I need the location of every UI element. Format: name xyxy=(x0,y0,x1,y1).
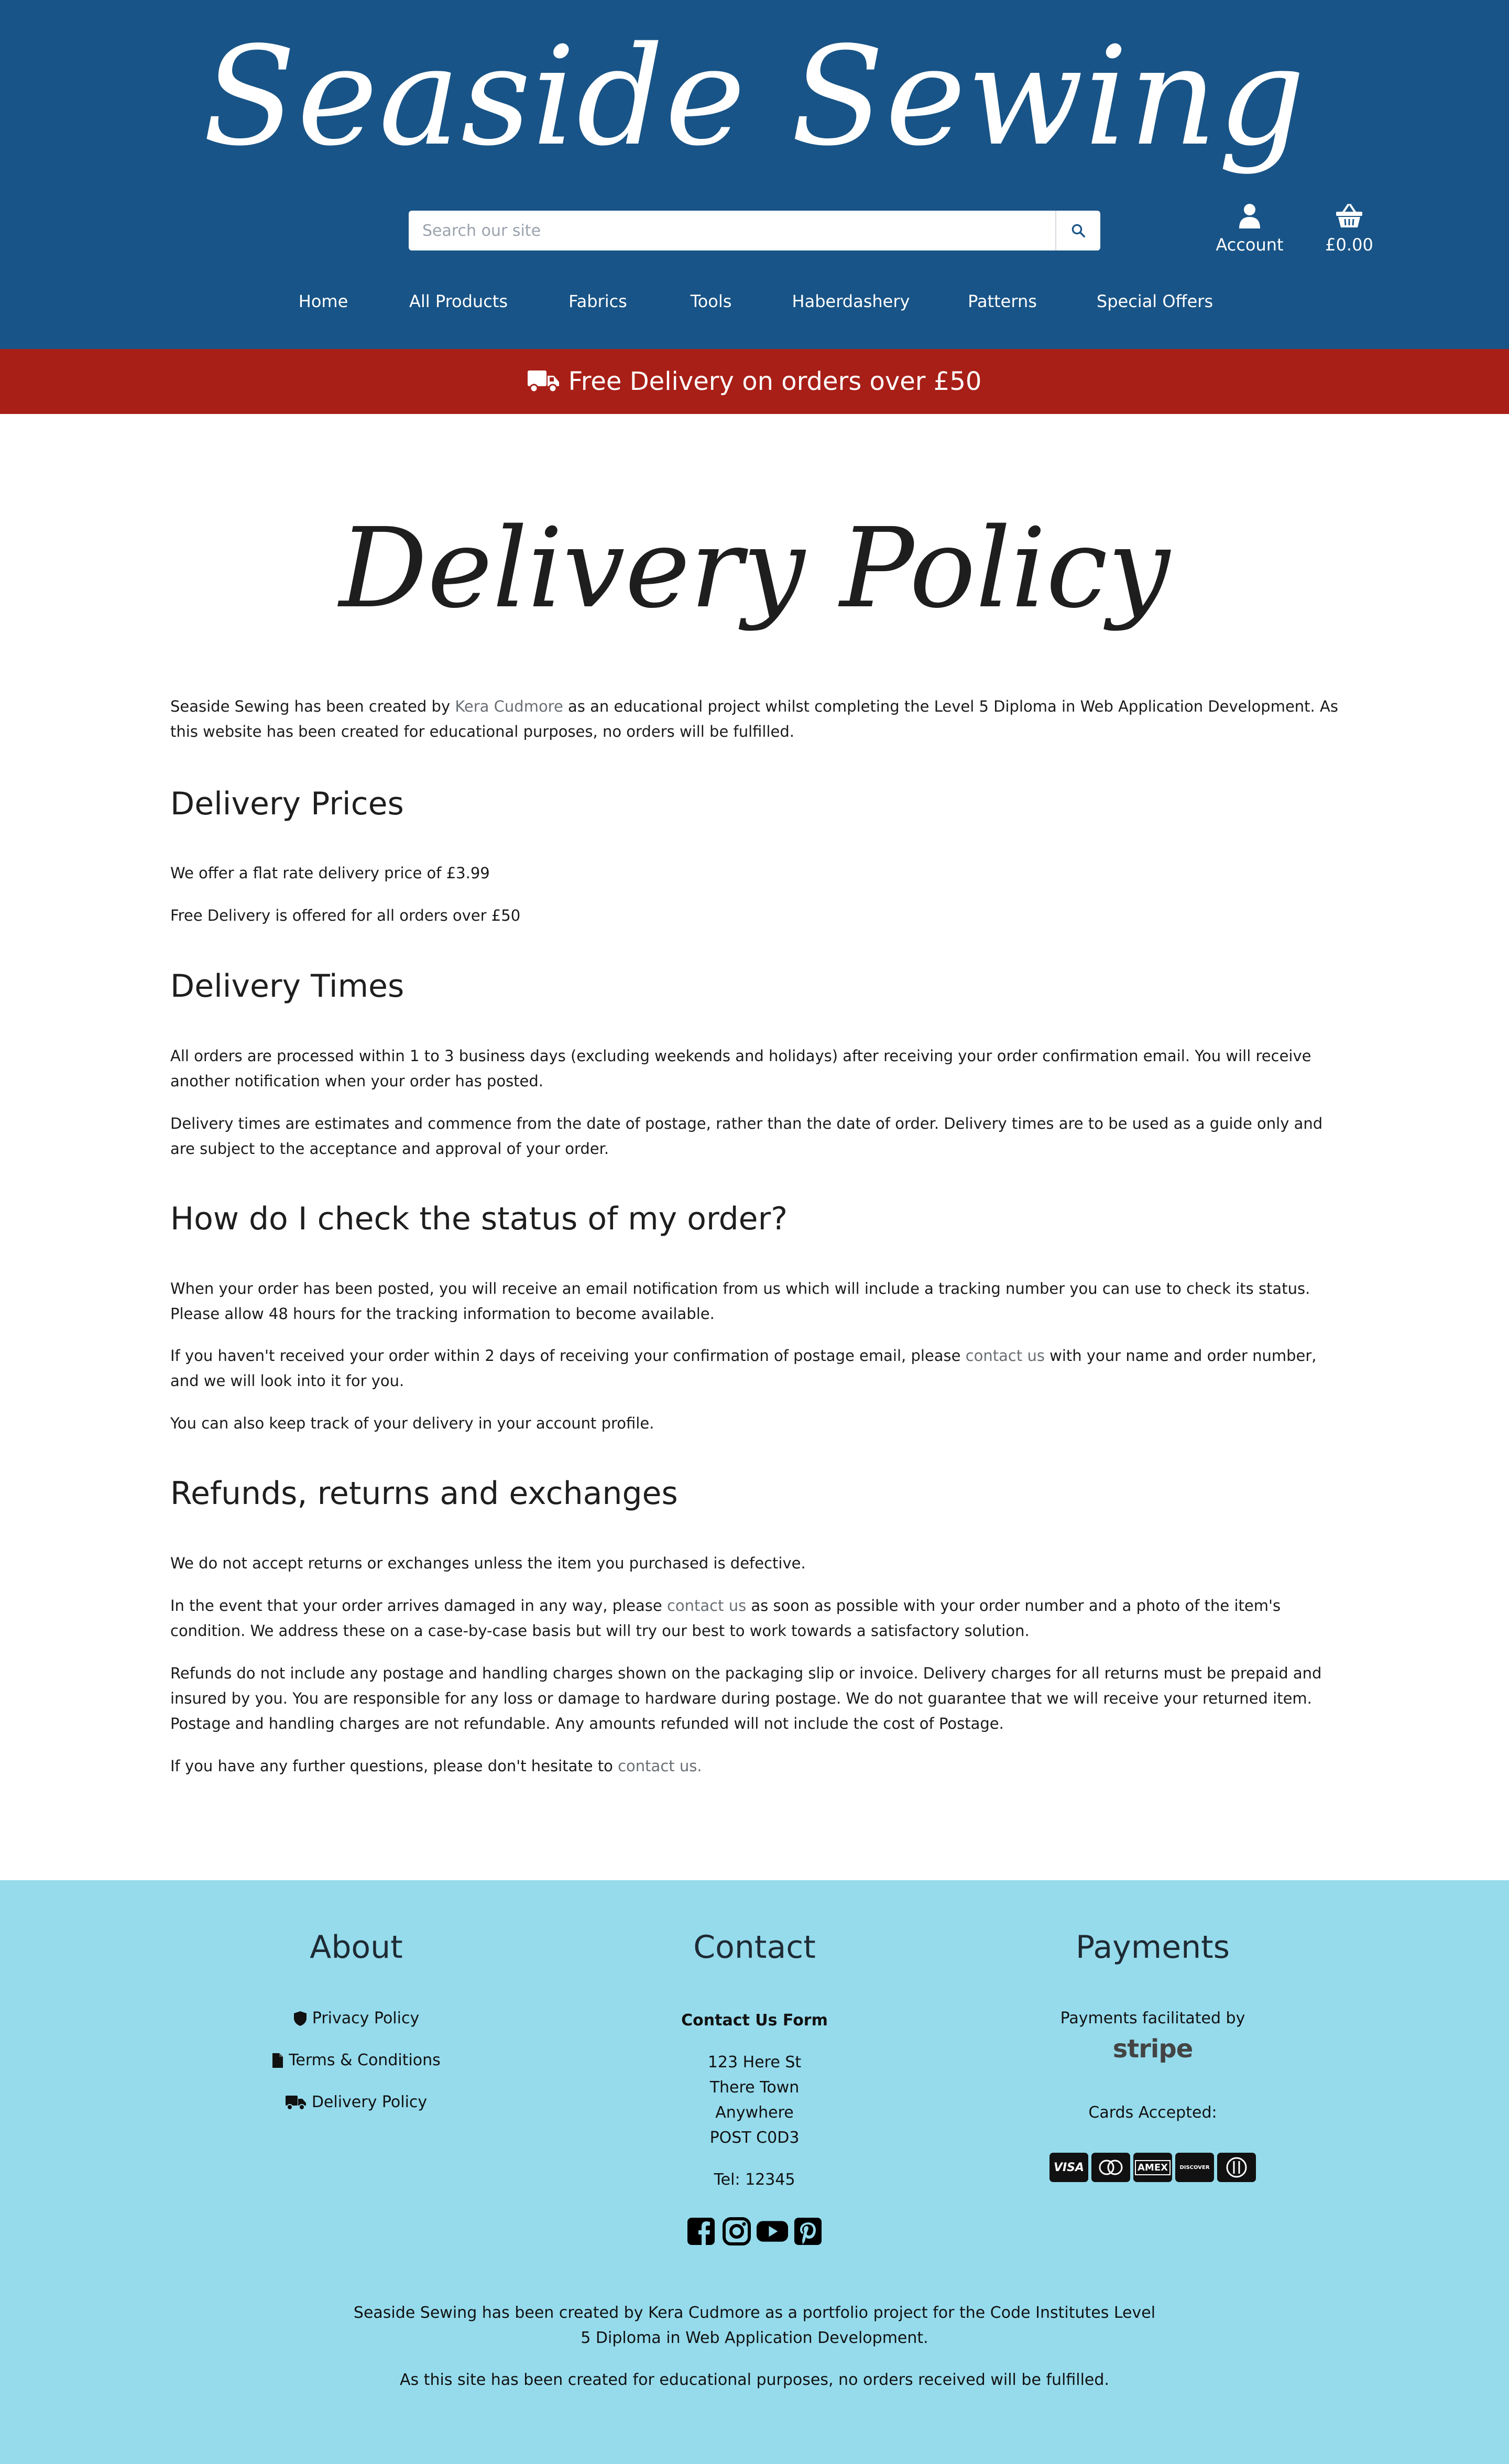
account-label: Account xyxy=(1216,235,1284,255)
delivery-policy-label: Delivery Policy xyxy=(311,2093,428,2111)
facebook-link[interactable] xyxy=(685,2216,717,2247)
author-link[interactable]: Kera Cudmore xyxy=(648,2304,760,2322)
nav-item-patterns[interactable]: Patterns xyxy=(968,283,1037,320)
credit-text-before: Seaside Sewing has been created by xyxy=(353,2304,648,2322)
contact-form-link[interactable]: Contact Us Form xyxy=(650,2008,859,2033)
card-logos: VISA AMEX DISCOVER xyxy=(1048,2153,1258,2182)
nav-item-tools[interactable]: Tools xyxy=(691,283,732,320)
address-line-3: Anywhere xyxy=(715,2103,794,2122)
amex-label: AMEX xyxy=(1134,2160,1171,2175)
privacy-policy-label: Privacy Policy xyxy=(312,2009,420,2027)
footer-payments-heading: Payments xyxy=(1076,1929,1230,1966)
refunds-heading: Refunds, returns and exchanges xyxy=(170,1475,678,1512)
diners-club-icon xyxy=(1217,2153,1256,2182)
discover-icon: DISCOVER xyxy=(1175,2153,1214,2182)
privacy-policy-link[interactable]: Privacy Policy xyxy=(252,2006,461,2031)
address-line-1: 123 Here St xyxy=(707,2053,802,2071)
shield-icon xyxy=(293,2011,307,2026)
order-status-paragraph-3: You can also keep track of your delivery… xyxy=(170,1414,654,1432)
contact-us-link[interactable]: contact us. xyxy=(618,1757,702,1775)
credit-text-after: as a portfolio project for the Code Inst… xyxy=(760,2304,1156,2322)
nav-item-all-products[interactable]: All Products xyxy=(409,283,508,320)
basket-total: £0.00 xyxy=(1325,235,1373,255)
basket-icon xyxy=(1336,204,1362,227)
youtube-icon xyxy=(757,2221,788,2242)
order-status-text-before: If you haven't received your order withi… xyxy=(170,1347,966,1365)
stripe-text: stripe xyxy=(1112,2034,1194,2064)
order-status-paragraph-2: If you haven't received your order withi… xyxy=(170,1343,1339,1393)
footer-about-column: About Privacy Policy Terms & Conditions … xyxy=(252,1880,461,2352)
stripe-logo: stripe xyxy=(1048,2036,1258,2062)
account-link[interactable]: Account xyxy=(1210,203,1289,255)
search-bar xyxy=(409,211,1100,250)
delivery-prices-paragraph-2: Free Delivery is offered for all orders … xyxy=(170,907,521,924)
refunds-question-text: If you have any further questions, pleas… xyxy=(170,1757,618,1775)
delivery-prices-heading: Delivery Prices xyxy=(170,786,404,822)
nav-item-haberdashery[interactable]: Haberdashery xyxy=(792,283,910,320)
visa-label: VISA xyxy=(1053,2161,1085,2174)
site-footer: About Privacy Policy Terms & Conditions … xyxy=(0,1880,1509,2464)
order-status-heading: How do I check the status of my order? xyxy=(170,1201,788,1237)
pinterest-link[interactable] xyxy=(792,2216,824,2247)
refunds-paragraph-4: If you have any further questions, pleas… xyxy=(170,1753,1339,1779)
footer-credit-line-1: Seaside Sewing has been created by Kera … xyxy=(0,2301,1509,2326)
footer-contact-heading: Contact xyxy=(693,1929,816,1966)
discover-label: DISCOVER xyxy=(1179,2164,1210,2171)
telephone: Tel: 12345 xyxy=(714,2171,795,2189)
payments-facilitated-text: Payments facilitated by xyxy=(1060,2009,1245,2027)
amex-icon: AMEX xyxy=(1133,2153,1172,2182)
facebook-icon xyxy=(687,2218,715,2245)
basket-link[interactable]: £0.00 xyxy=(1310,203,1388,255)
terms-link[interactable]: Terms & Conditions xyxy=(252,2048,461,2073)
page-title: Delivery Policy xyxy=(339,504,1170,633)
social-links xyxy=(650,2216,859,2247)
author-link[interactable]: Kera Cudmore xyxy=(455,697,563,715)
document-icon xyxy=(272,2053,283,2068)
visa-icon: VISA xyxy=(1049,2153,1088,2182)
refunds-paragraph-1: We do not accept returns or exchanges un… xyxy=(170,1554,806,1572)
delivery-prices-paragraph-1: We offer a flat rate delivery price of £… xyxy=(170,864,490,882)
page: Seaside Sewing Account £0.00 Home All Pr… xyxy=(0,0,1509,2464)
banner-text: Free Delivery on orders over £50 xyxy=(568,367,982,396)
nav-item-home[interactable]: Home xyxy=(299,283,348,320)
footer-about-heading: About xyxy=(310,1929,403,1966)
footer-credit-line-2: 5 Diploma in Web Application Development… xyxy=(581,2329,928,2347)
search-button[interactable] xyxy=(1055,211,1100,250)
intro-text-before: Seaside Sewing has been created by xyxy=(170,697,455,715)
youtube-link[interactable] xyxy=(757,2216,788,2247)
nav-item-special-offers[interactable]: Special Offers xyxy=(1097,283,1213,320)
pinterest-icon xyxy=(794,2218,822,2245)
intro-paragraph: Seaside Sewing has been created by Kera … xyxy=(170,694,1339,744)
free-delivery-banner: Free Delivery on orders over £50 xyxy=(0,349,1509,414)
nav-item-fabrics[interactable]: Fabrics xyxy=(568,283,627,320)
refunds-text-before: In the event that your order arrives dam… xyxy=(170,1597,667,1615)
main-nav: Home All Products Fabrics Tools Haberdas… xyxy=(0,283,1509,320)
footer-payments-column: Payments Payments facilitated by stripe … xyxy=(1048,1880,1258,2352)
truck-icon xyxy=(285,2095,307,2110)
delivery-times-paragraph-1: All orders are processed within 1 to 3 b… xyxy=(170,1047,1311,1090)
user-icon xyxy=(1239,204,1260,228)
delivery-times-paragraph-2: Delivery times are estimates and commenc… xyxy=(170,1115,1323,1158)
instagram-icon xyxy=(723,2217,751,2245)
address-line-4: POST C0D3 xyxy=(709,2129,800,2147)
mastercard-icon xyxy=(1091,2153,1130,2182)
site-header: Seaside Sewing Account £0.00 Home All Pr… xyxy=(0,0,1509,349)
address-line-2: There Town xyxy=(709,2078,800,2097)
refunds-paragraph-2: In the event that your order arrives dam… xyxy=(170,1593,1339,1643)
cards-accepted-label: Cards Accepted: xyxy=(1088,2103,1217,2122)
instagram-link[interactable] xyxy=(721,2216,752,2247)
footer-disclaimer: As this site has been created for educat… xyxy=(400,2371,1109,2389)
search-input[interactable] xyxy=(409,211,1055,250)
contact-us-link[interactable]: contact us xyxy=(667,1597,746,1615)
order-status-paragraph-1: When your order has been posted, you wil… xyxy=(170,1280,1310,1323)
footer-contact-column: Contact Contact Us Form 123 Here St Ther… xyxy=(650,1880,859,2352)
delivery-policy-link[interactable]: Delivery Policy xyxy=(252,2090,461,2115)
truck-icon xyxy=(527,370,559,393)
delivery-times-heading: Delivery Times xyxy=(170,968,404,1005)
search-icon xyxy=(1071,224,1085,237)
contact-us-link[interactable]: contact us xyxy=(966,1347,1045,1365)
terms-label: Terms & Conditions xyxy=(289,2051,441,2069)
brand-logo[interactable]: Seaside Sewing xyxy=(0,10,1509,183)
refunds-paragraph-3: Refunds do not include any postage and h… xyxy=(170,1664,1322,1732)
